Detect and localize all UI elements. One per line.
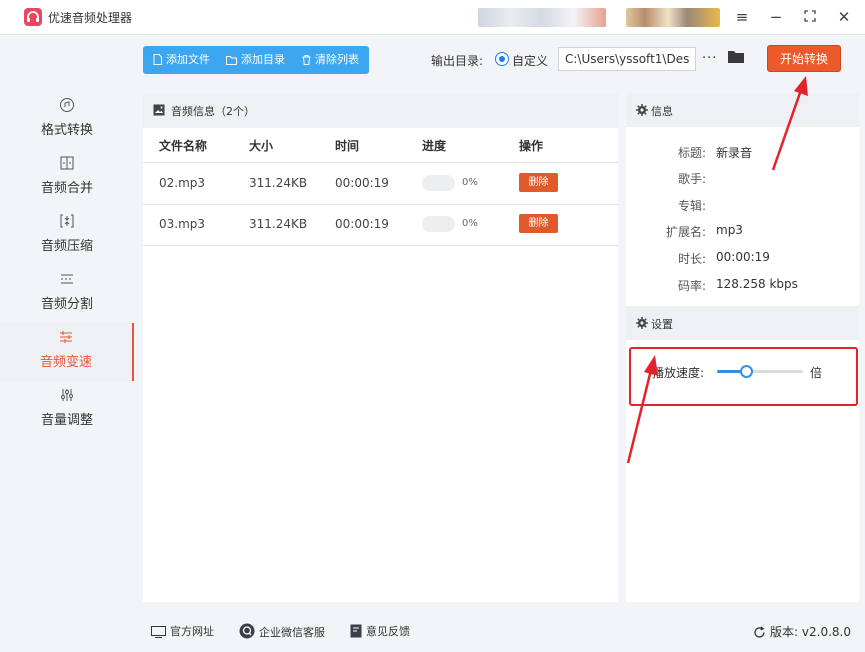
info-key-duration: 时长: — [677, 252, 706, 266]
file-name: 02.mp3 — [159, 176, 206, 190]
column-header-progress: 进度 — [422, 139, 447, 153]
sidebar-item-audio-compress[interactable]: 音频压缩 — [0, 207, 134, 265]
menu-icon[interactable]: ≡ — [732, 7, 752, 27]
progress-percent: 0% — [462, 218, 478, 229]
progress-bar — [422, 216, 455, 232]
sidebar-item-label: 格式转换 — [40, 123, 93, 138]
version-info: 版本: v2.0.8.0 — [753, 623, 851, 640]
info-value-duration: 00:00:19 — [716, 250, 770, 264]
wechat-support-link[interactable]: 企业微信客服 — [239, 623, 325, 640]
file-toolbar: 添加文件 添加目录 清除列表 — [143, 46, 369, 74]
gear-icon — [636, 104, 648, 116]
settings-panel-header: 设置 — [626, 306, 859, 340]
app-title: 优速音频处理器 — [48, 11, 133, 25]
close-icon[interactable]: ✕ — [834, 7, 854, 27]
sidebar-item-volume-adjust[interactable]: 音量调整 — [0, 381, 134, 439]
trash-icon — [302, 55, 311, 65]
more-options-button[interactable]: ··· — [702, 51, 717, 66]
website-icon — [151, 626, 166, 638]
file-count-title: 音频信息（2个） — [171, 105, 255, 118]
blurred-user-area — [626, 8, 720, 27]
speed-slider-handle[interactable] — [740, 365, 754, 378]
wechat-icon — [239, 623, 255, 639]
website-link[interactable]: 官方网址 — [151, 623, 214, 639]
format-convert-icon — [0, 97, 134, 113]
sidebar-item-label: 音频压缩 — [40, 239, 93, 254]
info-value-bitrate: 128.258 kbps — [716, 277, 798, 291]
column-header-size: 大小 — [249, 139, 274, 153]
file-name: 03.mp3 — [159, 217, 206, 231]
info-key-artist: 歌手: — [677, 172, 706, 186]
folder-outline-icon — [226, 56, 237, 65]
info-panel-title: 信息 — [651, 105, 673, 118]
column-header-name: 文件名称 — [159, 139, 208, 153]
open-folder-icon[interactable] — [727, 50, 745, 67]
info-key-bitrate: 码率: — [677, 279, 706, 293]
speed-slider[interactable] — [717, 365, 803, 378]
sidebar-item-audio-split[interactable]: 音频分割 — [0, 265, 134, 323]
delete-button[interactable]: 删除 — [519, 214, 558, 233]
image-icon — [153, 104, 165, 116]
file-size: 311.24KB — [249, 217, 308, 231]
sidebar-item-audio-speed[interactable]: 音频变速 — [0, 323, 134, 381]
output-dir-label: 输出目录: — [431, 54, 484, 68]
sidebar-item-audio-merge[interactable]: 音频合并 — [0, 149, 134, 207]
custom-dir-radio-label[interactable]: 自定义 — [512, 52, 548, 69]
sidebar-item-label: 音频变速 — [39, 355, 92, 370]
sidebar: 格式转换 音频合并 音频压缩 音频分割 音频变速 音量调整 — [0, 35, 134, 652]
info-value-title: 新录音 — [716, 146, 753, 160]
column-header-action: 操作 — [519, 139, 544, 153]
file-list-panel: 音频信息（2个） 文件名称 大小 时间 进度 操作 02.mp3 311.24K… — [143, 93, 618, 602]
sidebar-item-label: 音量调整 — [40, 413, 93, 428]
app-logo-icon — [24, 8, 42, 26]
minimize-icon[interactable]: − — [766, 7, 786, 27]
progress-percent: 0% — [462, 177, 478, 188]
custom-dir-radio[interactable] — [495, 52, 509, 66]
footer: 官方网址 企业微信客服 意见反馈 版本: v2.0.8.0 — [143, 613, 859, 649]
refresh-icon — [754, 626, 765, 638]
gear-icon — [636, 317, 648, 329]
settings-panel: 设置 播放速度: 倍 — [626, 306, 859, 602]
speed-label: 播放速度: — [652, 366, 705, 380]
clear-list-button[interactable]: 清除列表 — [302, 46, 359, 74]
column-header-time: 时间 — [335, 139, 360, 153]
speed-unit: 倍 — [810, 366, 823, 380]
start-convert-button[interactable]: 开始转换 — [767, 45, 841, 72]
info-key-extension: 扩展名: — [665, 225, 706, 239]
settings-panel-title: 设置 — [651, 318, 673, 331]
info-value-extension: mp3 — [716, 223, 743, 237]
info-key-title: 标题: — [677, 146, 706, 160]
audio-compress-icon — [0, 213, 134, 229]
feedback-link[interactable]: 意见反馈 — [350, 623, 410, 639]
sidebar-item-format-convert[interactable]: 格式转换 — [0, 91, 134, 149]
output-path-field[interactable] — [558, 47, 696, 71]
file-duration: 00:00:19 — [335, 176, 389, 190]
audio-speed-icon — [0, 329, 132, 345]
progress-bar — [422, 175, 455, 191]
file-list-header: 音频信息（2个） — [143, 93, 618, 128]
blurred-account-area — [478, 8, 606, 27]
sidebar-item-label: 音频分割 — [40, 297, 93, 312]
volume-adjust-icon — [0, 387, 134, 403]
info-panel: 信息 标题: 新录音 歌手: 专辑: 扩展名: mp3 时长: 00:00:19… — [626, 93, 859, 306]
audio-merge-icon — [0, 155, 134, 171]
feedback-icon — [350, 624, 362, 638]
file-icon — [153, 54, 162, 65]
file-size: 311.24KB — [249, 176, 308, 190]
add-dir-button[interactable]: 添加目录 — [226, 46, 285, 74]
audio-split-icon — [0, 271, 134, 287]
delete-button[interactable]: 删除 — [519, 173, 558, 192]
table-row[interactable]: 03.mp3 311.24KB 00:00:19 0% 删除 — [143, 204, 618, 246]
info-panel-header: 信息 — [626, 93, 859, 127]
title-bar: 优速音频处理器 ≡ − ✕ — [0, 0, 865, 35]
table-row[interactable]: 02.mp3 311.24KB 00:00:19 0% 删除 — [143, 162, 618, 205]
sidebar-item-label: 音频合并 — [40, 181, 93, 196]
add-file-button[interactable]: 添加文件 — [153, 46, 210, 74]
file-duration: 00:00:19 — [335, 217, 389, 231]
maximize-icon[interactable] — [800, 7, 820, 27]
info-key-album: 专辑: — [677, 199, 706, 213]
